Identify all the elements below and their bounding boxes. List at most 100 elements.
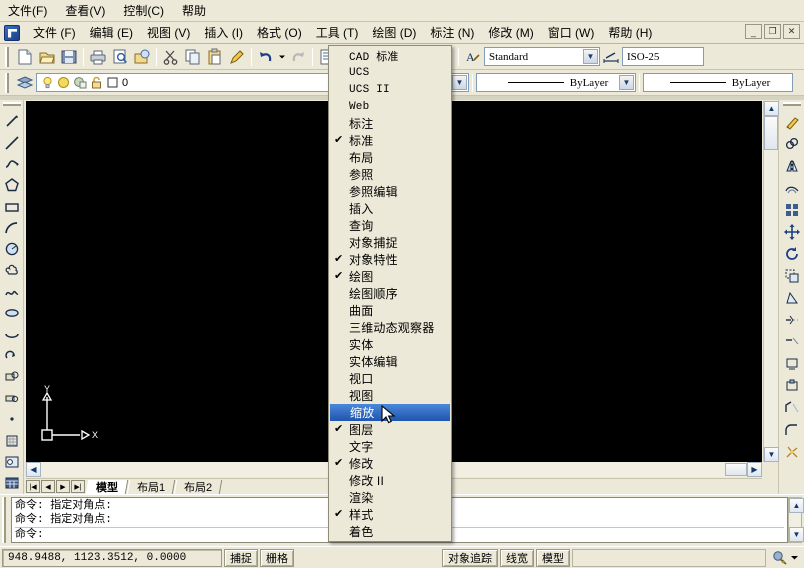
match-properties-icon[interactable] [226, 46, 248, 68]
mirror-icon[interactable] [781, 155, 803, 177]
stretch-icon[interactable] [781, 287, 803, 309]
extend-icon[interactable] [781, 353, 803, 375]
scale-icon[interactable] [781, 265, 803, 287]
gradient-icon[interactable] [1, 451, 23, 472]
circle-icon[interactable] [1, 239, 23, 260]
menu-item-file[interactable]: 文件 (F) [26, 22, 83, 43]
menu-item-edit[interactable]: 编辑 (E) [83, 22, 140, 43]
menu-item-tools[interactable]: 工具 (T) [309, 22, 366, 43]
dim-style-combo[interactable]: ISO-25 [622, 47, 704, 66]
menu-item-4[interactable]: 标注 [329, 115, 451, 132]
menu-item-27[interactable]: ✔ 样式 [329, 506, 451, 523]
menu-item-13[interactable]: ✔ 绘图 [329, 268, 451, 285]
paste-icon[interactable] [204, 46, 226, 68]
menu-item-insert[interactable]: 插入 (I) [197, 22, 250, 43]
copy-icon[interactable] [182, 46, 204, 68]
menu-item-7[interactable]: 参照 [329, 166, 451, 183]
undo-icon[interactable] [255, 46, 277, 68]
dim-style-icon[interactable] [600, 46, 622, 68]
chevron-down-icon[interactable]: ▼ [452, 75, 467, 90]
horizontal-scroll-thumb[interactable] [725, 463, 747, 476]
tab-layout2[interactable]: 布局2 [173, 479, 223, 494]
rectangle-icon[interactable] [1, 196, 23, 217]
menu-item-26[interactable]: 渲染 [329, 489, 451, 506]
chevron-down-icon[interactable]: ▼ [619, 75, 634, 90]
make-block-icon[interactable] [1, 366, 23, 387]
otrack-toggle[interactable]: 对象追踪 [442, 548, 498, 567]
menu-item-dimension[interactable]: 标注 (N) [423, 22, 481, 43]
toolbars-dropdown-menu[interactable]: CAD 标准 UCS UCS II Web 标注 ✔ 标准 布局 参照 参照编辑 插入 查询 对象捕捉 ✔… [328, 45, 452, 542]
layer-manager-icon[interactable] [14, 72, 36, 94]
scroll-up-button[interactable]: ▲ [764, 101, 779, 116]
color-control-combo[interactable]: ByLayer ▼ [476, 73, 636, 92]
layer-control-combo[interactable]: 0 [36, 73, 344, 92]
spline-icon[interactable] [1, 281, 23, 302]
host-menu-item-file[interactable]: 文件(F) [8, 2, 47, 19]
text-style-icon[interactable]: A [462, 46, 484, 68]
trim-icon[interactable] [781, 331, 803, 353]
point-icon[interactable] [1, 409, 23, 430]
menu-item-19[interactable]: 视口 [329, 370, 451, 387]
cut-icon[interactable] [160, 46, 182, 68]
toolbar-grip[interactable] [5, 46, 11, 67]
scroll-right-button[interactable]: ▶ [747, 462, 762, 477]
scroll-down-button[interactable]: ▼ [764, 447, 779, 462]
host-menu-item-view[interactable]: 查看(V) [65, 2, 105, 19]
plot-icon[interactable] [87, 46, 109, 68]
vertical-scroll-thumb[interactable] [764, 116, 778, 150]
menu-item-format[interactable]: 格式 (O) [250, 22, 309, 43]
menu-item-modify[interactable]: 修改 (M) [481, 22, 540, 43]
offset-icon[interactable] [781, 177, 803, 199]
linetype-control-combo[interactable]: ByLayer [643, 73, 793, 92]
arc-icon[interactable] [1, 217, 23, 238]
construction-line-icon[interactable] [1, 132, 23, 153]
menu-item-25[interactable]: 修改 II [329, 472, 451, 489]
lengthen-icon[interactable] [781, 309, 803, 331]
model-paper-toggle[interactable]: 模型 [536, 548, 570, 567]
communication-center-icon[interactable] [772, 550, 788, 566]
menu-item-0[interactable]: CAD 标准 [329, 47, 451, 64]
minimize-button[interactable]: _ [745, 24, 762, 39]
menu-item-9[interactable]: 插入 [329, 200, 451, 217]
command-window-grip[interactable] [2, 497, 9, 543]
polygon-icon[interactable] [1, 175, 23, 196]
toolbar-grip[interactable] [782, 102, 801, 108]
prev-tab-button[interactable]: ◀ [41, 480, 55, 493]
coordinate-display[interactable]: 948.9488, 1123.3512, 0.0000 [2, 548, 222, 567]
menu-item-help[interactable]: 帮助 (H) [601, 22, 659, 43]
menu-item-draw[interactable]: 绘图 (D) [365, 22, 423, 43]
menu-item-23[interactable]: 文字 [329, 438, 451, 455]
lineweight-toggle[interactable]: 线宽 [500, 548, 534, 567]
menu-item-15[interactable]: 曲面 [329, 302, 451, 319]
menu-item-20[interactable]: 视图 [329, 387, 451, 404]
chevron-down-icon[interactable]: ▼ [583, 49, 598, 64]
tray-chevron-down-icon[interactable] [790, 553, 799, 562]
last-tab-button[interactable]: ▶| [71, 480, 85, 493]
plot-preview-icon[interactable] [109, 46, 131, 68]
menu-item-24[interactable]: ✔ 修改 [329, 455, 451, 472]
menu-item-5[interactable]: ✔ 标准 [329, 132, 451, 149]
menu-item-6[interactable]: 布局 [329, 149, 451, 166]
new-icon[interactable] [14, 46, 36, 68]
undo-dropdown-icon[interactable] [277, 46, 287, 68]
toolbar-grip[interactable] [5, 72, 11, 93]
revision-cloud-icon[interactable] [1, 260, 23, 281]
erase-icon[interactable] [781, 111, 803, 133]
chamfer-icon[interactable] [781, 397, 803, 419]
grid-toggle[interactable]: 栅格 [260, 548, 294, 567]
line-icon[interactable] [1, 111, 23, 132]
snap-toggle[interactable]: 捕捉 [224, 548, 258, 567]
break-at-point-icon[interactable] [781, 375, 803, 397]
menu-item-2[interactable]: UCS II [329, 81, 451, 98]
hatch-icon[interactable] [1, 430, 23, 451]
menu-item-view[interactable]: 视图 (V) [140, 22, 197, 43]
vertical-scrollbar[interactable]: ▲ ▼ [763, 101, 779, 462]
copy-object-icon[interactable] [781, 133, 803, 155]
tab-model[interactable]: 模型 [85, 479, 129, 494]
menu-item-14[interactable]: 绘图顺序 [329, 285, 451, 302]
scroll-left-button[interactable]: ◀ [26, 462, 41, 477]
explode-icon[interactable] [781, 441, 803, 463]
menu-item-17[interactable]: 实体 [329, 336, 451, 353]
restore-button[interactable]: ❐ [764, 24, 781, 39]
menu-item-21[interactable]: 缩放 [330, 404, 450, 421]
